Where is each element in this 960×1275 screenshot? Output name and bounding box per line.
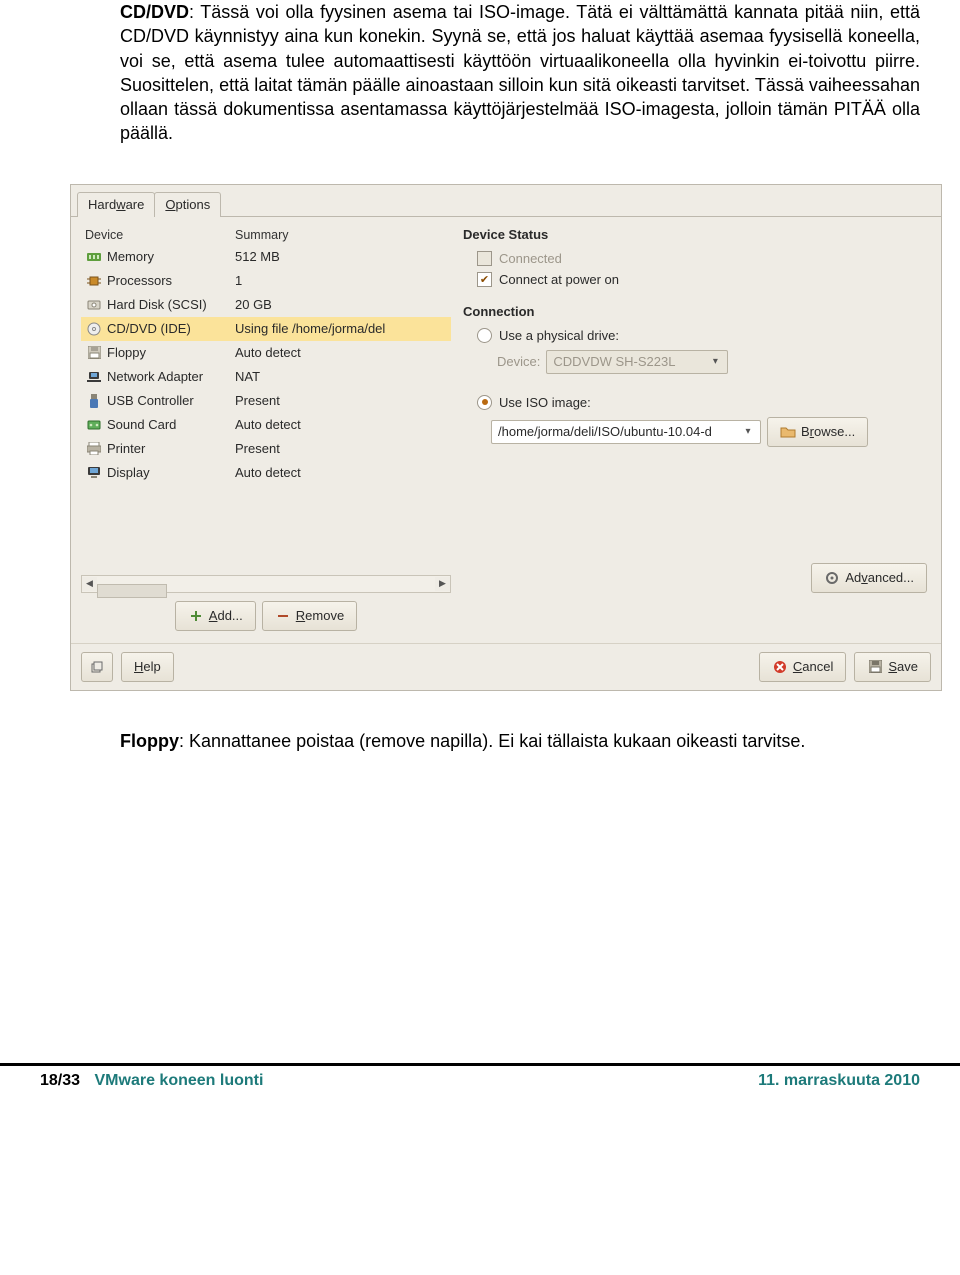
cell-name: Display (107, 465, 235, 480)
dialog-bottom-bar: Help Cancel Save (71, 643, 941, 684)
browse-button[interactable]: Browse... (767, 417, 868, 447)
device-table: Device Summary Memory 512 MB Processors … (81, 225, 451, 631)
table-row[interactable]: Sound Card Auto detect (81, 413, 451, 437)
cell-summary: Auto detect (235, 345, 451, 360)
page-footer: 18/33 VMware koneen luonti 11. marraskuu… (0, 1063, 960, 1100)
folder-icon (780, 424, 796, 440)
plus-icon (188, 608, 204, 624)
table-row[interactable]: USB Controller Present (81, 389, 451, 413)
lead-floppy: Floppy (120, 731, 179, 751)
cell-summary: NAT (235, 369, 451, 384)
table-row[interactable]: CD/DVD (IDE) Using file /home/jorma/del (81, 317, 451, 341)
page-number: 18/33 (40, 1072, 80, 1089)
table-row[interactable]: Display Auto detect (81, 461, 451, 485)
cell-summary: Auto detect (235, 465, 451, 480)
cell-summary: 512 MB (235, 249, 451, 264)
paragraph-floppy: Floppy: Kannattanee poistaa (remove napi… (120, 729, 920, 753)
connection-title: Connection (463, 304, 931, 319)
table-row[interactable]: Floppy Auto detect (81, 341, 451, 365)
restore-icon-button[interactable] (81, 652, 113, 682)
connect-at-poweron-label: Connect at power on (499, 272, 619, 287)
device-status-title: Device Status (463, 227, 931, 242)
cell-summary: Present (235, 393, 451, 408)
physical-device-combo: CDDVDW SH-S223L ▾ (546, 350, 728, 374)
cell-summary: 20 GB (235, 297, 451, 312)
cell-name: Processors (107, 273, 235, 288)
text-floppy: : Kannattanee poistaa (remove napilla). … (179, 731, 805, 751)
table-row[interactable]: Memory 512 MB (81, 245, 451, 269)
horizontal-scrollbar[interactable]: ◀ ▶ (81, 575, 451, 593)
memory-icon (85, 249, 103, 265)
gear-icon (824, 570, 840, 586)
network-icon (85, 369, 103, 385)
header-device: Device (81, 228, 235, 242)
cell-name: Sound Card (107, 417, 235, 432)
iso-image-radio[interactable] (477, 395, 492, 410)
hdd-icon (85, 297, 103, 313)
header-summary: Summary (235, 228, 451, 242)
remove-button[interactable]: Remove (262, 601, 357, 631)
tab-bar: Hardware Options (71, 185, 941, 217)
restore-icon (89, 659, 105, 675)
iso-path-combo[interactable]: /home/jorma/deli/ISO/ubuntu-10.04-d ▾ (491, 420, 761, 444)
physical-device-value: CDDVDW SH-S223L (553, 354, 707, 369)
advanced-button[interactable]: Advanced... (811, 563, 927, 593)
cell-name: Hard Disk (SCSI) (107, 297, 235, 312)
table-row[interactable]: Printer Present (81, 437, 451, 461)
cell-name: Network Adapter (107, 369, 235, 384)
scroll-left-icon[interactable]: ◀ (82, 577, 97, 591)
device-field-label: Device: (497, 354, 540, 369)
cell-summary: Using file /home/jorma/del (235, 321, 451, 336)
text-cddvd: : Tässä voi olla fyysinen asema tai ISO-… (120, 2, 920, 143)
iso-path-value: /home/jorma/deli/ISO/ubuntu-10.04-d (498, 424, 740, 439)
save-icon (867, 659, 883, 675)
cell-name: Memory (107, 249, 235, 264)
scroll-right-icon[interactable]: ▶ (435, 577, 450, 591)
chevron-down-icon: ▾ (707, 356, 723, 367)
lead-cddvd: CD/DVD (120, 2, 189, 22)
cell-name: Printer (107, 441, 235, 456)
device-table-header: Device Summary (81, 225, 451, 245)
save-button[interactable]: Save (854, 652, 931, 682)
display-icon (85, 465, 103, 481)
table-row[interactable]: Processors 1 (81, 269, 451, 293)
connected-label: Connected (499, 251, 562, 266)
cancel-icon (772, 659, 788, 675)
cell-name: Floppy (107, 345, 235, 360)
sound-icon (85, 417, 103, 433)
iso-image-label: Use ISO image: (499, 395, 591, 410)
physical-drive-radio[interactable] (477, 328, 492, 343)
cancel-button[interactable]: Cancel (759, 652, 846, 682)
chevron-down-icon[interactable]: ▾ (740, 426, 756, 437)
connected-checkbox (477, 251, 492, 266)
help-button[interactable]: Help (121, 652, 174, 682)
cell-name: CD/DVD (IDE) (107, 321, 235, 336)
vmware-settings-dialog: Hardware Options Device Summary Memory 5… (70, 184, 942, 691)
footer-title: VMware koneen luonti (95, 1072, 264, 1089)
cell-summary: Auto detect (235, 417, 451, 432)
cell-name: USB Controller (107, 393, 235, 408)
paragraph-cddvd: CD/DVD: Tässä voi olla fyysinen asema ta… (120, 0, 920, 146)
connect-at-poweron-checkbox[interactable]: ✔ (477, 272, 492, 287)
cd-icon (85, 321, 103, 337)
usb-icon (85, 393, 103, 409)
table-row[interactable]: Network Adapter NAT (81, 365, 451, 389)
footer-date: 11. marraskuuta 2010 (758, 1072, 920, 1090)
physical-drive-label: Use a physical drive: (499, 328, 619, 343)
minus-icon (275, 608, 291, 624)
tab-hardware[interactable]: Hardware (77, 192, 155, 217)
cell-summary: Present (235, 441, 451, 456)
floppy-icon (85, 345, 103, 361)
tab-options[interactable]: Options (154, 192, 221, 217)
device-detail-pane: Device Status Connected ✔ Connect at pow… (459, 225, 931, 631)
cpu-icon (85, 273, 103, 289)
cell-summary: 1 (235, 273, 451, 288)
printer-icon (85, 441, 103, 457)
add-button[interactable]: Add... (175, 601, 256, 631)
table-row[interactable]: Hard Disk (SCSI) 20 GB (81, 293, 451, 317)
